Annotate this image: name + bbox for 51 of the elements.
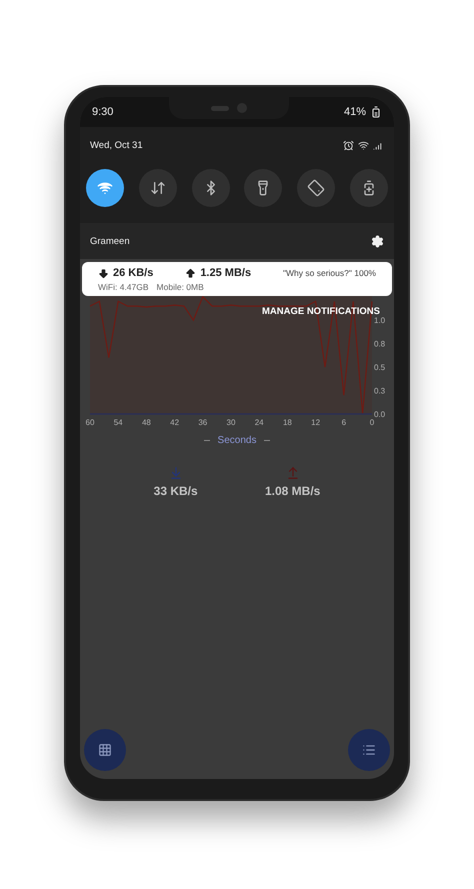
x-tick-label: 24: [254, 418, 264, 427]
quick-toggle[interactable]: [350, 169, 388, 207]
x-tick-label: 0: [370, 418, 374, 427]
x-tick-label: 54: [114, 418, 123, 427]
battery-percent: 41%: [344, 106, 366, 118]
network-name: Grameen: [90, 236, 130, 246]
quick-toggle[interactable]: [297, 169, 336, 207]
x-tick-label: 42: [170, 418, 180, 427]
settings-icon[interactable]: [371, 234, 384, 248]
download-rate: 26 KB/s: [113, 267, 154, 279]
wifi-usage: WiFi: 4.47GB: [98, 282, 149, 292]
wifi-icon: [358, 140, 369, 150]
mobile-usage: Mobile: 0MB: [156, 282, 204, 292]
upload-rate: 1.25 MB/s: [200, 267, 252, 279]
y-tick-label: 0.3: [374, 386, 386, 396]
status-time: 9:30: [92, 106, 114, 118]
manage-notifications-button[interactable]: MANAGE NOTIFICATIONS: [262, 306, 380, 317]
upload-speed: 1.08 MB/s: [264, 484, 320, 498]
x-tick-label: 18: [282, 418, 292, 427]
upload-icon: [286, 466, 300, 480]
battery-icon: [370, 106, 382, 118]
download-arrow-icon: [98, 268, 109, 278]
notification-card[interactable]: 26 KB/s 1.25 MB/s "Why so serious?" 100% WiFi: 4.47GB Mobile: 0MB: [82, 262, 392, 296]
wifi-icon: [97, 180, 113, 196]
alarm-icon: [343, 140, 354, 150]
y-tick-label: 1.0: [374, 316, 386, 326]
network-row[interactable]: Grameen: [80, 223, 394, 259]
x-tick-label: 60: [86, 418, 94, 427]
speaker-grille: [210, 106, 229, 110]
quick-toggle[interactable]: [244, 169, 282, 207]
y-tick-label: 0.5: [374, 363, 386, 372]
x-axis-title: Seconds: [218, 435, 256, 446]
arrows-up-down-icon: [150, 180, 166, 196]
quick-toggle[interactable]: [86, 169, 124, 207]
y-tick-label: 0.8: [374, 340, 386, 349]
y-tick-label: 0.0: [374, 410, 386, 419]
list-icon: [362, 743, 376, 757]
x-tick-label: 12: [311, 418, 320, 427]
grid-button[interactable]: [84, 729, 126, 771]
notification-title: "Why so serious?" 100%: [283, 268, 376, 278]
download-icon: [168, 466, 183, 480]
x-tick-label: 48: [142, 418, 151, 427]
quick-toggle[interactable]: [192, 169, 230, 207]
date-text: Wed, Oct 31: [90, 140, 143, 150]
x-tick-label: 36: [198, 418, 208, 427]
x-tick-label: 6: [342, 418, 346, 427]
x-tick-label: 30: [226, 418, 236, 427]
quick-toggle[interactable]: [138, 169, 177, 207]
upload-arrow-icon: [185, 268, 196, 278]
download-speed: 33 KB/s: [154, 484, 198, 498]
grid-icon: [98, 743, 112, 757]
